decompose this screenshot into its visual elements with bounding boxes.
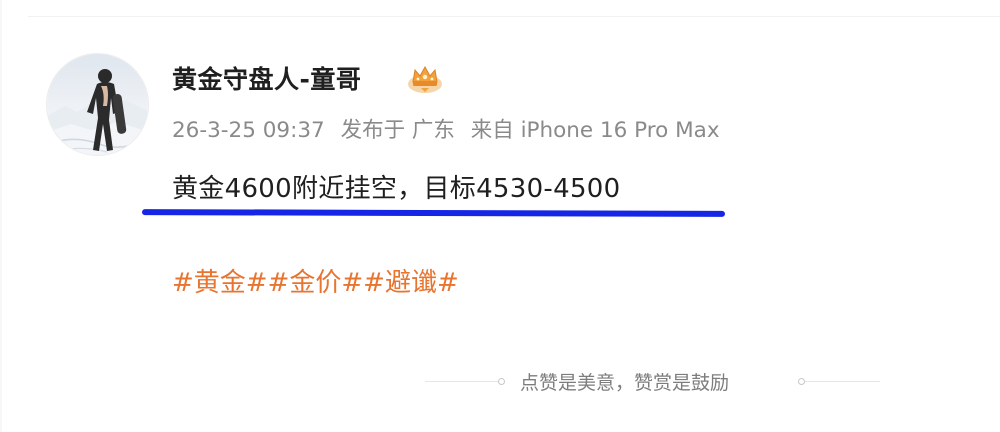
hashtag-gold-price[interactable]: #金价# bbox=[268, 268, 364, 298]
hashtag-list: #黄金##金价##避谶# bbox=[172, 262, 459, 299]
hashtag-gold[interactable]: #黄金# bbox=[172, 268, 268, 298]
post-text: 黄金4600附近挂空，目标4530-4500 bbox=[172, 174, 621, 204]
footer-dot-left bbox=[498, 378, 505, 385]
avatar-image bbox=[47, 54, 148, 155]
footer-dot-right bbox=[798, 378, 805, 385]
hashtag-avoid[interactable]: #避谶# bbox=[363, 268, 459, 298]
left-rail bbox=[0, 0, 2, 432]
post-time[interactable]: 26-3-25 09:37 bbox=[172, 118, 325, 143]
highlight-underline bbox=[141, 209, 726, 217]
post-meta: 26-3-25 09:37 发布于 广东 来自 iPhone 16 Pro Ma… bbox=[172, 113, 729, 144]
avatar[interactable] bbox=[46, 53, 149, 156]
footer-divider-right bbox=[805, 381, 880, 382]
author-name[interactable]: 黄金守盘人-童哥 bbox=[172, 60, 361, 96]
weibo-post-card: 黄金守盘人-童哥 26-3-25 09:37 发布于 广东 来自 iPhone … bbox=[0, 0, 1000, 432]
footer-divider-left bbox=[425, 381, 498, 382]
post-location: 发布于 广东 bbox=[340, 118, 455, 143]
top-divider bbox=[28, 16, 1000, 17]
post-source: 来自 iPhone 16 Pro Max bbox=[470, 118, 720, 143]
reward-footer: 点赞是美意，赞赏是鼓励 bbox=[425, 368, 880, 396]
reward-prompt: 点赞是美意，赞赏是鼓励 bbox=[520, 372, 730, 394]
crown-badge-icon[interactable] bbox=[405, 62, 445, 94]
